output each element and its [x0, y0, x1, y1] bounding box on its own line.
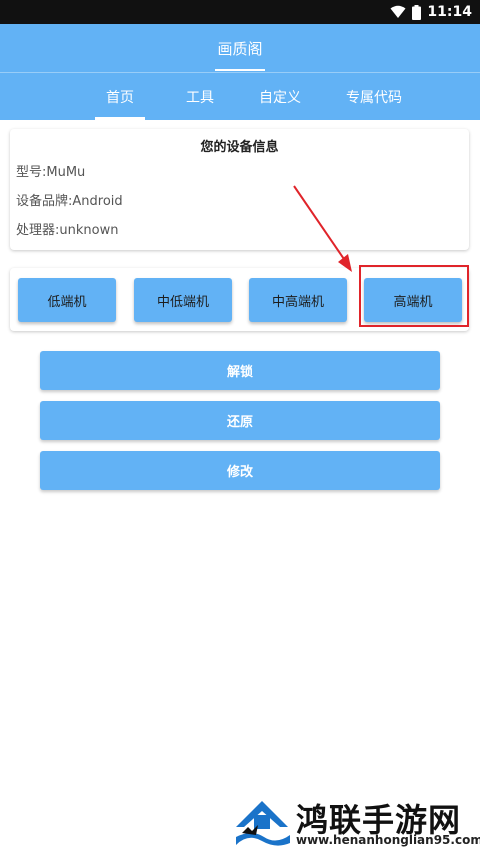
active-tab-indicator	[95, 117, 145, 120]
restore-button[interactable]: 还原	[40, 401, 440, 440]
app-title: 画质阁	[217, 39, 263, 58]
device-brand: 设备品牌:Android	[16, 194, 123, 209]
tab-exclusive-code[interactable]: 专属代码	[320, 73, 428, 120]
watermark-url: www.henanhonglian95.com	[296, 833, 480, 847]
preset-high-end-button[interactable]: 高端机	[364, 278, 462, 322]
status-bar: 11:14	[0, 0, 480, 24]
device-info-title: 您的设备信息	[200, 140, 279, 155]
preset-row: 低端机 中低端机 中高端机 高端机	[10, 268, 469, 331]
modify-button[interactable]: 修改	[40, 451, 440, 490]
battery-icon	[412, 4, 422, 20]
tab-tools[interactable]: 工具	[160, 73, 240, 120]
preset-mid-low-button[interactable]: 中低端机	[134, 278, 232, 322]
preset-mid-high-button[interactable]: 中高端机	[249, 278, 347, 322]
status-icons	[390, 4, 422, 20]
wifi-icon	[390, 5, 406, 18]
tab-custom[interactable]: 自定义	[240, 73, 320, 120]
title-underline	[215, 69, 265, 71]
tab-home[interactable]: 首页	[80, 73, 160, 120]
tab-bar: 首页 工具 自定义 专属代码	[0, 73, 480, 120]
watermark: 鸿联手游网 www.henanhonglian95.com	[232, 793, 480, 851]
device-model: 型号:MuMu	[16, 165, 86, 180]
watermark-logo-icon	[234, 793, 290, 851]
device-info-card: 您的设备信息 型号:MuMu 设备品牌:Android 处理器:unknown	[10, 129, 469, 250]
status-time: 11:14	[427, 4, 472, 20]
device-processor: 处理器:unknown	[16, 223, 119, 238]
unlock-button[interactable]: 解锁	[40, 351, 440, 390]
preset-low-end-button[interactable]: 低端机	[18, 278, 116, 322]
app-header: 画质阁 首页 工具 自定义 专属代码	[0, 24, 480, 120]
